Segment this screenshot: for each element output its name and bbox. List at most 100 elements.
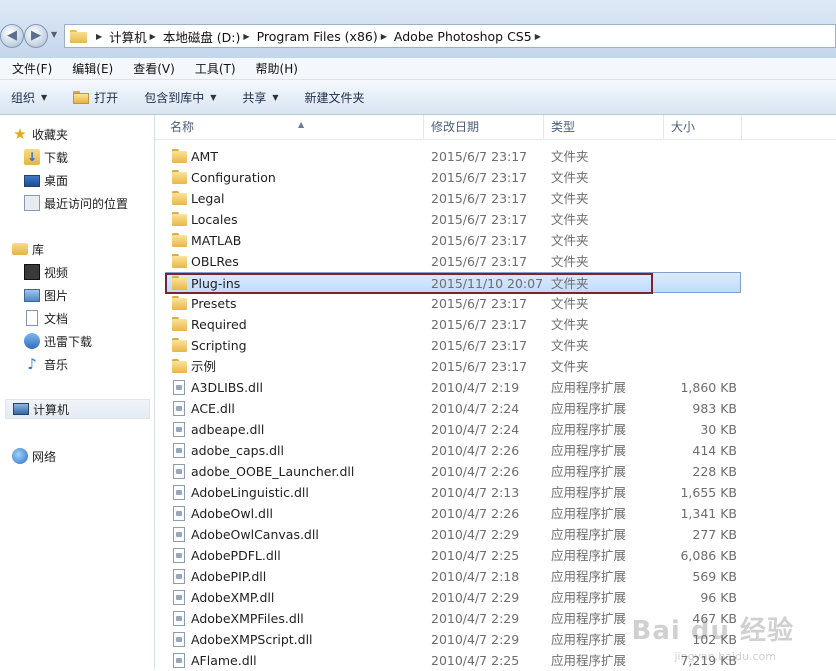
file-date: 2010/4/7 2:29: [431, 632, 520, 647]
file-size: 1,655 KB: [680, 485, 737, 500]
column-header-name[interactable]: 名称 ▲: [163, 115, 424, 140]
table-row[interactable]: ACE.dll 2010/4/7 2:24 应用程序扩展 983 KB: [155, 398, 836, 419]
nav-item-pictures[interactable]: 图片: [24, 285, 68, 305]
watermark-url: jingyan.baidu.com: [674, 650, 776, 663]
file-name: Scripting: [191, 338, 247, 353]
nav-network[interactable]: 网络: [12, 446, 56, 466]
dll-file-icon: [173, 653, 185, 668]
column-header-size[interactable]: 大小: [664, 115, 742, 140]
nav-libraries-label: 库: [32, 242, 45, 257]
open-button[interactable]: 打开: [73, 89, 118, 106]
file-type: 文件夹: [551, 191, 589, 206]
chevron-down-icon: ▼: [272, 92, 279, 102]
file-type: 文件夹: [551, 233, 589, 248]
file-type: 应用程序扩展: [551, 443, 627, 458]
table-row[interactable]: Plug-ins 2015/11/10 20:07 文件夹: [165, 272, 741, 293]
nav-item-downloads[interactable]: 下载: [24, 147, 68, 167]
table-row[interactable]: adobe_OOBE_Launcher.dll 2010/4/7 2:26 应用程序…: [155, 461, 836, 482]
file-type: 应用程序扩展: [551, 380, 627, 395]
recent-pages-dropdown-icon[interactable]: ▼: [51, 30, 57, 39]
column-header-date[interactable]: 修改日期: [424, 115, 544, 140]
file-name: AdobeOwlCanvas.dll: [191, 527, 319, 542]
chevron-right-icon[interactable]: ▶: [150, 32, 156, 41]
nav-item-videos[interactable]: 视频: [24, 262, 68, 282]
breadcrumb-computer[interactable]: 计算机: [109, 27, 147, 46]
breadcrumb-local-disk[interactable]: 本地磁盘 (D:): [163, 27, 241, 46]
table-row[interactable]: AdobeOwl.dll 2010/4/7 2:26 应用程序扩展 1,341 KB: [155, 503, 836, 524]
menu-edit[interactable]: 编辑(E): [60, 60, 121, 77]
column-header-type[interactable]: 类型: [544, 115, 664, 140]
table-row[interactable]: 示例 2015/6/7 23:17 文件夹: [155, 356, 836, 377]
nav-item-recent-places[interactable]: 最近访问的位置: [24, 193, 128, 213]
table-row[interactable]: Locales 2015/6/7 23:17 文件夹: [155, 209, 836, 230]
nav-item-music[interactable]: ♪ 音乐: [24, 354, 68, 374]
chevron-right-icon[interactable]: ▶: [243, 32, 249, 41]
folder-icon: [172, 191, 187, 206]
chevron-right-icon[interactable]: ▶: [535, 32, 541, 41]
file-type: 应用程序扩展: [551, 590, 627, 605]
nav-favorites-label: 收藏夹: [32, 127, 69, 142]
share-button[interactable]: 共享 ▼: [242, 89, 278, 106]
table-row[interactable]: adobe_caps.dll 2010/4/7 2:26 应用程序扩展 414 KB: [155, 440, 836, 461]
file-size: 983 KB: [692, 401, 737, 416]
table-row[interactable]: adbeape.dll 2010/4/7 2:24 应用程序扩展 30 KB: [155, 419, 836, 440]
table-row[interactable]: AdobePDFL.dll 2010/4/7 2:25 应用程序扩展 6,086 KB: [155, 545, 836, 566]
table-row[interactable]: Scripting 2015/6/7 23:17 文件夹: [155, 335, 836, 356]
new-folder-button[interactable]: 新建文件夹: [305, 89, 365, 106]
dll-file-icon: [173, 422, 185, 437]
file-date: 2015/6/7 23:17: [431, 149, 528, 164]
include-library-label: 包含到库中: [144, 90, 205, 105]
table-row[interactable]: AMT 2015/6/7 23:17 文件夹: [155, 146, 836, 167]
table-row[interactable]: Required 2015/6/7 23:17 文件夹: [155, 314, 836, 335]
file-name: Presets: [191, 296, 237, 311]
file-date: 2015/6/7 23:17: [431, 296, 528, 311]
chevron-right-icon[interactable]: ▶: [381, 32, 387, 41]
breadcrumb-program-files[interactable]: Program Files (x86): [257, 29, 378, 44]
file-type: 文件夹: [551, 317, 589, 332]
file-name: AdobeXMP.dll: [191, 590, 275, 605]
table-row[interactable]: Legal 2015/6/7 23:17 文件夹: [155, 188, 836, 209]
file-type: 文件夹: [551, 212, 589, 227]
nav-libraries[interactable]: 库: [12, 239, 44, 259]
table-row[interactable]: A3DLIBS.dll 2010/4/7 2:19 应用程序扩展 1,860 KB: [155, 377, 836, 398]
file-type: 文件夹: [551, 338, 589, 353]
table-row[interactable]: OBLRes 2015/6/7 23:17 文件夹: [155, 251, 836, 272]
breadcrumb[interactable]: ▶ 计算机 ▶ 本地磁盘 (D:) ▶ Program Files (x86) …: [64, 24, 836, 48]
menu-file[interactable]: 文件(F): [0, 60, 60, 77]
sort-ascending-icon: ▲: [298, 120, 305, 129]
menu-view[interactable]: 查看(V): [121, 60, 183, 77]
document-icon: [26, 310, 38, 326]
nav-item-desktop[interactable]: 桌面: [24, 170, 68, 190]
file-name: AdobePDFL.dll: [191, 548, 281, 563]
nav-computer[interactable]: 计算机: [5, 399, 150, 419]
file-name: A3DLIBS.dll: [191, 380, 263, 395]
dll-file-icon: [173, 401, 185, 416]
organize-button[interactable]: 组织 ▼: [11, 89, 47, 106]
table-row[interactable]: Configuration 2015/6/7 23:17 文件夹: [155, 167, 836, 188]
arrow-right-icon: ▶: [31, 28, 41, 43]
table-row[interactable]: AdobeLinguistic.dll 2010/4/7 2:13 应用程序扩展 1,…: [155, 482, 836, 503]
file-date: 2010/4/7 2:18: [431, 569, 520, 584]
table-row[interactable]: AdobeOwlCanvas.dll 2010/4/7 2:29 应用程序扩展 277…: [155, 524, 836, 545]
nav-favorites[interactable]: ★ 收藏夹: [12, 124, 68, 144]
table-row[interactable]: AdobeXMP.dll 2010/4/7 2:29 应用程序扩展 96 KB: [155, 587, 836, 608]
column-header-label: 修改日期: [431, 120, 480, 134]
table-row[interactable]: Presets 2015/6/7 23:17 文件夹: [155, 293, 836, 314]
menu-tools[interactable]: 工具(T): [183, 60, 244, 77]
include-in-library-button[interactable]: 包含到库中 ▼: [144, 89, 216, 106]
breadcrumb-photoshop[interactable]: Adobe Photoshop CS5: [394, 29, 532, 44]
nav-item-thunder-downloads[interactable]: 迅雷下载: [24, 331, 92, 351]
file-name: adobe_OOBE_Launcher.dll: [191, 464, 355, 479]
dll-file-icon: [173, 485, 185, 500]
nav-item-documents[interactable]: 文档: [24, 308, 68, 328]
open-label: 打开: [94, 90, 119, 105]
chevron-right-icon[interactable]: ▶: [96, 32, 102, 41]
menu-help[interactable]: 帮助(H): [244, 60, 306, 77]
file-date: 2015/6/7 23:17: [431, 212, 528, 227]
back-button[interactable]: ◀: [0, 24, 24, 48]
table-row[interactable]: AdobePIP.dll 2010/4/7 2:18 应用程序扩展 569 KB: [155, 566, 836, 587]
forward-button[interactable]: ▶: [24, 24, 48, 48]
file-date: 2015/6/7 23:17: [431, 191, 528, 206]
table-row[interactable]: MATLAB 2015/6/7 23:17 文件夹: [155, 230, 836, 251]
file-type: 文件夹: [551, 254, 589, 269]
